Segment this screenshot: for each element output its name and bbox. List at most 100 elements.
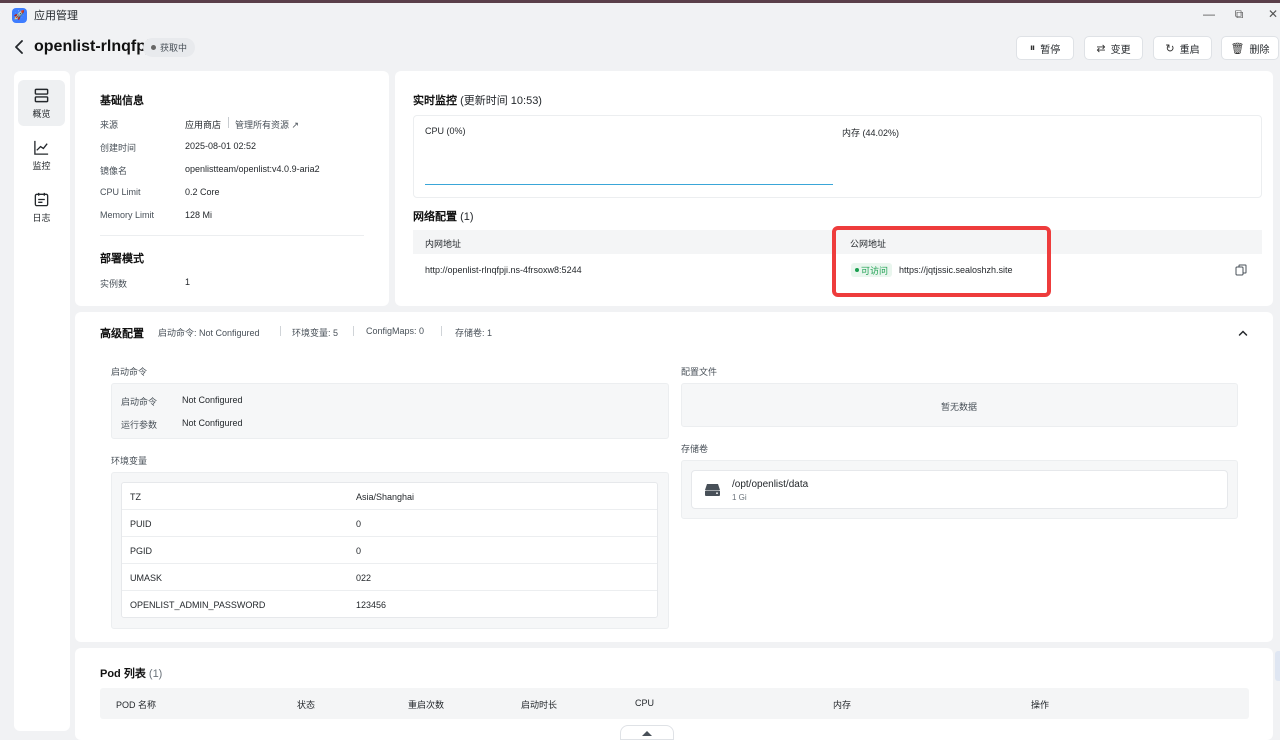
col-restarts: 重启次数: [408, 700, 445, 710]
sidebar-item-logs[interactable]: 日志: [18, 184, 65, 230]
status-dot-icon: [151, 45, 156, 50]
restart-icon: ↻: [1165, 42, 1175, 55]
delete-button[interactable]: 🗑 删除: [1221, 36, 1279, 60]
divider: [280, 326, 281, 336]
external-arrow-icon: ↗: [291, 120, 300, 130]
args-label: 运行参数: [121, 420, 158, 430]
monitor-chart-box: [413, 115, 1262, 198]
minimize-icon[interactable]: —: [1200, 5, 1218, 23]
cpu-usage-label: CPU (0%): [425, 126, 466, 136]
sidebar-item-overview[interactable]: 概览: [18, 80, 65, 126]
highlight-annotation: [832, 226, 1051, 297]
meta-volumes: 存储卷: 1: [455, 328, 493, 338]
pause-icon: ⏸: [1029, 41, 1036, 54]
sidebar-item-label: 概览: [32, 108, 51, 119]
source-label: 来源: [100, 120, 119, 130]
divider: [353, 326, 354, 336]
deploy-mode-title: 部署模式: [100, 253, 144, 265]
col-status: 状态: [297, 700, 316, 710]
command-value: Not Configured: [182, 395, 243, 405]
table-row: OPENLIST_ADMIN_PASSWORD 123456: [122, 591, 657, 618]
col-actions: 操作: [1031, 700, 1050, 710]
pause-button[interactable]: ⏸ 暂停: [1016, 36, 1074, 60]
manage-resources-label: 管理所有资源: [235, 120, 290, 130]
env-key: TZ: [130, 492, 141, 502]
copy-icon[interactable]: [1235, 264, 1247, 276]
cpu-limit-label: CPU Limit: [100, 187, 141, 197]
side-drawer-handle[interactable]: [1275, 651, 1280, 681]
pod-count: (1): [148, 668, 163, 680]
config-files-title: 配置文件: [681, 367, 718, 377]
sidebar-item-label: 监控: [32, 160, 51, 171]
change-label: 变更: [1110, 44, 1131, 56]
env-key: PUID: [130, 519, 152, 529]
back-arrow-icon[interactable]: [14, 36, 30, 58]
env-key: OPENLIST_ADMIN_PASSWORD: [130, 600, 266, 610]
instances-label: 实例数: [100, 279, 128, 289]
col-cpu: CPU: [635, 698, 655, 708]
private-address[interactable]: http://openlist-rlnqfpji.ns-4frsoxw8:524…: [425, 265, 582, 275]
advanced-config-title: 高级配置: [100, 328, 144, 340]
hard-drive-icon: [704, 483, 721, 497]
volume-item[interactable]: /opt/openlist/data 1 Gi: [691, 470, 1228, 509]
env-value: Asia/Shanghai: [356, 492, 415, 502]
meta-env-count: 环境变量: 5: [292, 328, 339, 338]
args-value: Not Configured: [182, 418, 243, 428]
overview-icon: [34, 88, 49, 102]
chevron-up-icon[interactable]: [1237, 327, 1249, 339]
app-name: 应用管理: [34, 10, 78, 22]
col-memory: 内存: [833, 700, 852, 710]
command-label: 启动命令: [121, 397, 158, 407]
empty-state-text: 暂无数据: [941, 402, 978, 412]
sidebar: 概览 监控 日志: [14, 71, 70, 731]
restore-icon[interactable]: ⧉: [1230, 5, 1248, 23]
source-value: 应用商店: [185, 120, 222, 130]
col-pod-name: POD 名称: [116, 700, 157, 710]
close-icon[interactable]: ✕: [1264, 5, 1280, 23]
memory-limit-value: 128 Mi: [185, 210, 213, 220]
restart-button[interactable]: ↻ 重启: [1153, 36, 1212, 60]
env-key: PGID: [130, 546, 153, 556]
volume-size: 1 Gi: [732, 493, 747, 502]
meta-startup-cmd: 启动命令: Not Configured: [158, 328, 260, 338]
table-row: PUID 0: [122, 510, 657, 537]
realtime-monitor-label: 实时监控: [413, 95, 457, 107]
storage-volumes-title: 存储卷: [681, 444, 709, 454]
instances-value: 1: [185, 277, 191, 287]
divider: [100, 235, 364, 236]
window-titlebar: 🚀 应用管理 — ⧉ ✕: [0, 3, 1280, 27]
sidebar-item-monitor[interactable]: 监控: [18, 132, 65, 178]
startup-command-box: [111, 383, 669, 439]
divider: [441, 326, 442, 336]
env-value: 0: [356, 519, 362, 529]
col-uptime: 启动时长: [521, 700, 558, 710]
env-value: 123456: [356, 600, 387, 610]
trash-icon: 🗑: [1230, 42, 1245, 55]
caret-up-icon: [642, 730, 652, 736]
scroll-up-button[interactable]: [620, 725, 674, 740]
basic-info-title: 基础信息: [100, 95, 144, 107]
image-value: openlistteam/openlist:v4.0.9-aria2: [185, 164, 320, 174]
memory-limit-label: Memory Limit: [100, 210, 155, 220]
status-text: 获取中: [160, 43, 188, 53]
env-key: UMASK: [130, 573, 163, 583]
env-value: 022: [356, 573, 372, 583]
cpu-sparkline: [425, 184, 833, 185]
image-label: 镜像名: [100, 166, 128, 176]
col-private-address: 内网地址: [425, 239, 462, 249]
rocket-app-icon: 🚀: [12, 7, 27, 23]
volume-path: /opt/openlist/data: [732, 479, 809, 490]
created-value: 2025-08-01 02:52: [185, 141, 257, 151]
pod-list-label: Pod 列表: [100, 668, 146, 680]
table-row: TZ Asia/Shanghai: [122, 483, 657, 510]
env-vars-title: 环境变量: [111, 456, 148, 466]
delete-label: 删除: [1249, 44, 1270, 56]
status-badge: 获取中: [143, 38, 196, 57]
table-row: UMASK 022: [122, 564, 657, 591]
page-title: openlist-rlnqfpji: [34, 38, 155, 55]
created-label: 创建时间: [100, 143, 137, 153]
change-button[interactable]: ⇄ 变更: [1084, 36, 1143, 60]
realtime-monitor-title: 实时监控 (更新时间 10:53): [413, 92, 542, 108]
startup-command-title: 启动命令: [111, 367, 148, 377]
manage-resources-link[interactable]: 管理所有资源 ↗: [235, 118, 299, 131]
